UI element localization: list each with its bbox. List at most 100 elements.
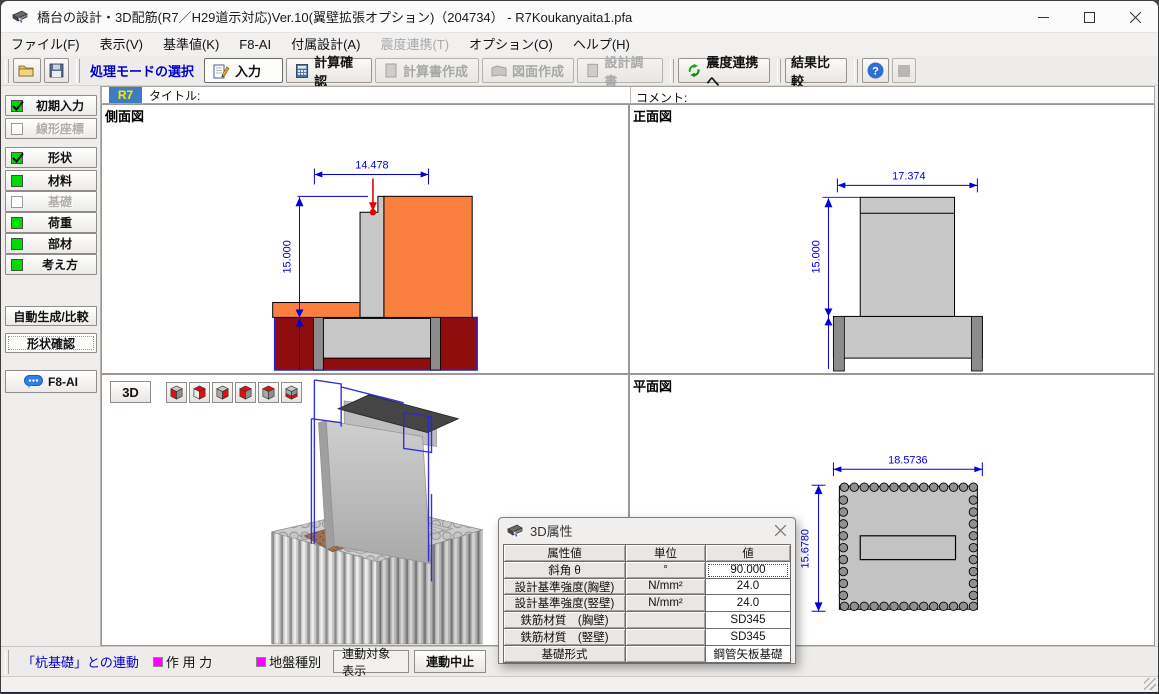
seismic-link-label: 震度連携へ [706, 52, 761, 90]
three-d-attributes-dialog: 3D属性 属性値 単位 値 斜角 θ ° 90.000 設計基準強度(胸壁) N… [498, 517, 796, 664]
sidebar-item-alignment-coords[interactable]: 線形座標 [5, 118, 97, 139]
green-status-icon [11, 175, 23, 187]
action-force-marker-icon [153, 657, 163, 667]
view-cube-back-button[interactable] [189, 382, 210, 403]
calc-check-button[interactable]: 計算確認 [286, 58, 372, 83]
input-notepad-icon [213, 63, 230, 79]
toolbar-grip [777, 59, 781, 83]
show-link-targets-button[interactable]: 連動対象表示 [333, 650, 409, 673]
front-view-drawing: 17.374 15.000 [630, 105, 1154, 373]
blank-icon [897, 64, 911, 78]
input-mode-button[interactable]: 入力 [204, 58, 283, 83]
maximize-button[interactable] [1066, 1, 1112, 33]
seismic-link-button[interactable]: 震度連携へ [678, 58, 770, 83]
help-button[interactable]: ? [862, 58, 889, 83]
menu-standard-values[interactable]: 基準値(K) [153, 34, 229, 56]
side-view-panel: 側面図 14.478 [101, 104, 629, 374]
attr-label: 鉄筋材質 (竪壁) [504, 629, 626, 646]
dialog-title: 3D属性 [530, 521, 573, 540]
unchecked-checkbox-icon [11, 196, 23, 208]
col-header-attribute: 属性値 [504, 545, 626, 562]
sidebar-item-load[interactable]: 荷重 [5, 212, 97, 233]
save-button[interactable] [44, 58, 69, 83]
view-cube-left-button[interactable] [166, 382, 187, 403]
view-cube-right-button[interactable] [212, 382, 233, 403]
menu-seismic-link[interactable]: 震度連携(T) [370, 34, 459, 56]
view-cube-front-button[interactable] [235, 382, 256, 403]
cancel-link-button[interactable]: 連動中止 [414, 650, 486, 673]
report-doc-icon [384, 63, 398, 78]
attr-value[interactable]: 24.0 [706, 595, 790, 612]
attributes-table: 属性値 単位 値 斜角 θ ° 90.000 設計基準強度(胸壁) N/mm² … [503, 544, 791, 664]
sidebar-item-approach[interactable]: 考え方 [5, 254, 97, 275]
attr-value[interactable]: 90.000 [706, 562, 790, 579]
attr-value[interactable]: SD345 [706, 629, 790, 646]
sidebar-item-initial-input[interactable]: 初期入力 [5, 95, 97, 116]
report-create-button[interactable]: 計算書作成 [375, 58, 479, 83]
close-button[interactable] [1112, 1, 1158, 33]
help-icon: ? [867, 62, 884, 79]
window-title: 橋台の設計・3D配筋(R7／H29道示対応)Ver.10(翼壁拡張オプション)（… [37, 7, 632, 26]
green-status-icon [11, 217, 23, 229]
drawing-create-button[interactable]: 図面作成 [482, 58, 574, 83]
side-dim-width: 14.478 [355, 160, 388, 172]
col-header-unit: 単位 [626, 545, 706, 562]
svg-text:?: ? [872, 66, 879, 78]
attr-value[interactable]: 鋼管矢板基礎 [706, 646, 790, 663]
open-file-button[interactable] [13, 58, 41, 83]
pile-foundation-link[interactable]: 「杭基礎」との連動 [22, 652, 139, 671]
three-d-mode-button[interactable]: 3D [110, 381, 151, 403]
sidebar-item-foundation[interactable]: 基礎 [5, 191, 97, 212]
f8ai-button[interactable]: F8-AI [5, 370, 97, 393]
attr-label: 設計基準強度(胸壁) [504, 579, 626, 596]
attr-label: 設計基準強度(竪壁) [504, 595, 626, 612]
ground-type-marker-icon [256, 657, 266, 667]
ground-type-label: 地盤種別 [269, 652, 321, 671]
attr-unit [626, 612, 706, 629]
sidebar: 初期入力 線形座標 形状 材料 基礎 荷重 部材 考え方 [1, 86, 101, 646]
dialog-app-icon [506, 523, 524, 539]
calc-check-label: 計算確認 [314, 52, 363, 90]
sidebar-item-material[interactable]: 材料 [5, 170, 97, 191]
drawing-create-label: 図面作成 [512, 61, 564, 80]
front-dim-width: 17.374 [892, 170, 925, 182]
side-view-label: 側面図 [105, 106, 144, 125]
shape-confirm-button[interactable]: 形状確認 [5, 333, 97, 353]
folder-icon [18, 63, 36, 78]
design-doc-label: 設計調書 [604, 52, 654, 90]
dialog-close-icon[interactable] [765, 518, 795, 543]
plan-dim-height: 15.6780 [800, 529, 812, 568]
titlebar: 橋台の設計・3D配筋(R7／H29道示対応)Ver.10(翼壁拡張オプション)（… [1, 1, 1158, 33]
front-dim-height: 15.000 [811, 240, 823, 273]
app-window: 橋台の設計・3D配筋(R7／H29道示対応)Ver.10(翼壁拡張オプション)（… [0, 0, 1159, 694]
mode-select-label: 処理モードの選択 [90, 61, 194, 80]
side-view-drawing: 14.478 15.000 [102, 105, 628, 373]
toolbar-grip [5, 650, 9, 674]
attr-value[interactable]: SD345 [706, 612, 790, 629]
resize-grip[interactable] [1144, 678, 1156, 690]
input-mode-label: 入力 [235, 61, 261, 80]
app-icon [11, 9, 29, 25]
view-cube-bottom-button[interactable] [281, 382, 302, 403]
front-view-label: 正面図 [633, 106, 672, 125]
auto-generate-compare-button[interactable]: 自動生成/比較 [5, 306, 97, 326]
sidebar-item-member[interactable]: 部材 [5, 233, 97, 254]
menu-options[interactable]: オプション(O) [459, 34, 563, 56]
attr-value[interactable]: 24.0 [706, 579, 790, 596]
menu-file[interactable]: ファイル(F) [1, 34, 90, 56]
design-doc-button[interactable]: 設計調書 [577, 58, 663, 83]
green-status-icon [11, 259, 23, 271]
menu-f8ai[interactable]: F8-AI [229, 34, 281, 56]
view-cube-top-button[interactable] [258, 382, 279, 403]
checked-checkbox-icon [11, 100, 23, 112]
minimize-button[interactable] [1020, 1, 1066, 33]
checked-checkbox-icon [11, 152, 23, 164]
front-view-panel: 正面図 17.374 [629, 104, 1155, 374]
blank-tool-button[interactable] [892, 58, 916, 83]
version-badge: R7 [109, 87, 142, 103]
menu-view[interactable]: 表示(V) [90, 34, 153, 56]
sidebar-item-shape[interactable]: 形状 [5, 147, 97, 168]
result-compare-button[interactable]: 結果比較 [785, 58, 847, 83]
green-status-icon [11, 238, 23, 250]
design-doc-icon [586, 63, 599, 78]
